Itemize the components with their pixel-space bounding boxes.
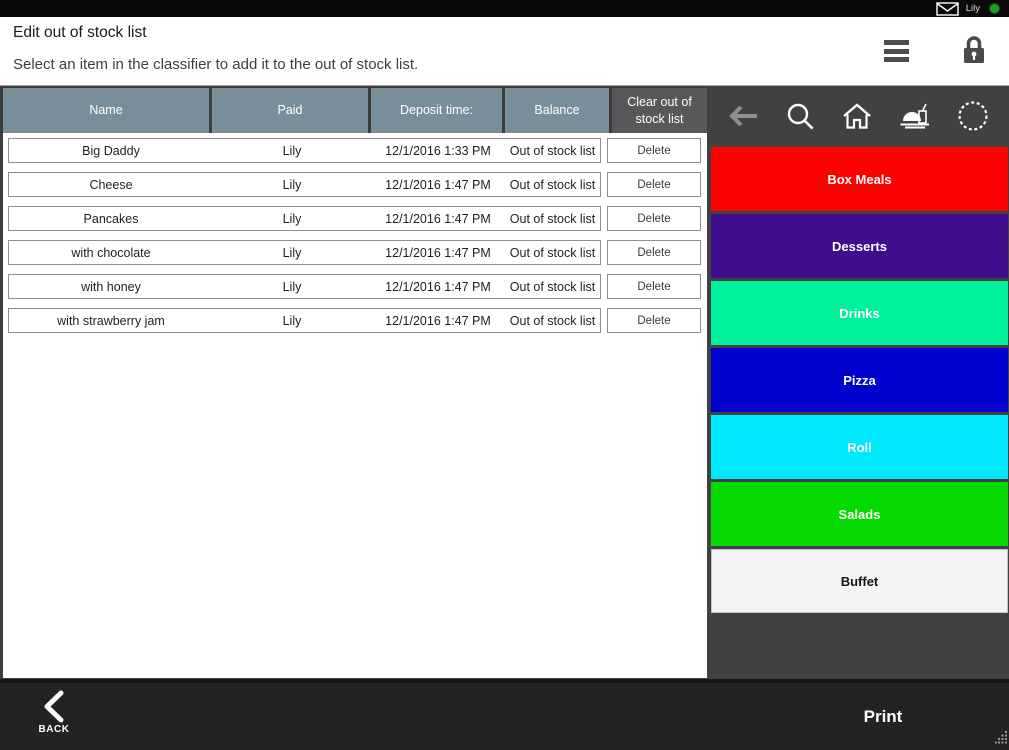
category-button[interactable]: Pizza <box>711 348 1008 412</box>
category-button[interactable]: Box Meals <box>711 147 1008 211</box>
category-button[interactable]: Drinks <box>711 281 1008 345</box>
row-paid: Lily <box>213 280 371 294</box>
row-name: with honey <box>9 280 213 294</box>
row-balance: Out of stock list <box>505 178 600 192</box>
row-deposit-time: 12/1/2016 1:47 PM <box>371 178 505 192</box>
column-header-balance: Balance <box>505 88 612 133</box>
row-paid: Lily <box>213 314 371 328</box>
row-deposit-time: 12/1/2016 1:47 PM <box>371 212 505 226</box>
row-box: Pancakes Lily 12/1/2016 1:47 PM Out of s… <box>8 206 601 231</box>
row-name: Big Daddy <box>9 144 213 158</box>
back-button[interactable]: BACK <box>24 690 84 735</box>
logged-in-user: Lily <box>966 3 980 14</box>
delete-button[interactable]: Delete <box>607 308 701 333</box>
row-paid: Lily <box>213 212 371 226</box>
hamburger-bar <box>884 57 909 62</box>
row-paid: Lily <box>213 246 371 260</box>
category-list: Box MealsDessertsDrinksPizzaRollSaladsBu… <box>707 145 1009 613</box>
page-title: Edit out of stock list <box>13 24 147 42</box>
table-body: Big Daddy Lily 12/1/2016 1:33 PM Out of … <box>3 133 707 333</box>
row-name: Cheese <box>9 178 213 192</box>
category-button[interactable]: Salads <box>711 482 1008 546</box>
table-row: Cheese Lily 12/1/2016 1:47 PM Out of sto… <box>8 172 707 197</box>
back-button-label: BACK <box>39 724 70 735</box>
delete-button[interactable]: Delete <box>607 172 701 197</box>
system-tray-bar: Lily <box>0 0 1009 17</box>
online-status-dot <box>989 3 1000 14</box>
out-of-stock-table: Name Paid Deposit time: Balance Clear ou… <box>3 88 707 678</box>
delete-button[interactable]: Delete <box>607 138 701 163</box>
row-name: Pancakes <box>9 212 213 226</box>
lock-icon <box>961 35 987 65</box>
resize-grip-icon[interactable] <box>995 731 1008 749</box>
hamburger-menu-button[interactable] <box>884 40 909 62</box>
classifier-panel: Box MealsDessertsDrinksPizzaRollSaladsBu… <box>707 86 1009 682</box>
page-subtitle: Select an item in the classifier to add … <box>13 56 418 73</box>
table-header: Name Paid Deposit time: Balance Clear ou… <box>3 88 707 133</box>
meal-icon[interactable] <box>899 102 931 130</box>
row-box: with strawberry jam Lily 12/1/2016 1:47 … <box>8 308 601 333</box>
row-box: with honey Lily 12/1/2016 1:47 PM Out of… <box>8 274 601 299</box>
table-row: Big Daddy Lily 12/1/2016 1:33 PM Out of … <box>8 138 707 163</box>
row-balance: Out of stock list <box>505 212 600 226</box>
back-arrow-icon[interactable] <box>726 103 760 129</box>
row-paid: Lily <box>213 178 371 192</box>
row-deposit-time: 12/1/2016 1:47 PM <box>371 280 505 294</box>
row-name: with strawberry jam <box>9 314 213 328</box>
row-box: with chocolate Lily 12/1/2016 1:47 PM Ou… <box>8 240 601 265</box>
search-icon[interactable] <box>785 101 815 131</box>
hamburger-bar <box>884 49 909 54</box>
page-header: Edit out of stock list Select an item in… <box>0 17 1009 86</box>
category-button[interactable]: Buffet <box>711 549 1008 613</box>
classifier-nav-bar <box>707 86 1009 145</box>
column-header-paid: Paid <box>212 88 371 133</box>
row-balance: Out of stock list <box>505 246 600 260</box>
home-icon[interactable] <box>841 102 873 130</box>
row-box: Cheese Lily 12/1/2016 1:47 PM Out of sto… <box>8 172 601 197</box>
clear-out-of-stock-list-button[interactable]: Clear out of stock list <box>612 88 707 133</box>
row-box: Big Daddy Lily 12/1/2016 1:33 PM Out of … <box>8 138 601 163</box>
row-deposit-time: 12/1/2016 1:47 PM <box>371 246 505 260</box>
dashed-circle-icon[interactable] <box>956 99 990 133</box>
table-row: with honey Lily 12/1/2016 1:47 PM Out of… <box>8 274 707 299</box>
table-row: with strawberry jam Lily 12/1/2016 1:47 … <box>8 308 707 333</box>
row-name: with chocolate <box>9 246 213 260</box>
row-paid: Lily <box>213 144 371 158</box>
print-button[interactable]: Print <box>810 683 956 750</box>
delete-button[interactable]: Delete <box>607 274 701 299</box>
category-button[interactable]: Desserts <box>711 214 1008 278</box>
row-balance: Out of stock list <box>505 280 600 294</box>
bottom-bar: BACK Print <box>0 679 1009 750</box>
delete-button[interactable]: Delete <box>607 206 701 231</box>
category-button[interactable]: Roll <box>711 415 1008 479</box>
row-deposit-time: 12/1/2016 1:47 PM <box>371 314 505 328</box>
column-header-name: Name <box>3 88 212 133</box>
table-row: with chocolate Lily 12/1/2016 1:47 PM Ou… <box>8 240 707 265</box>
row-balance: Out of stock list <box>505 144 600 158</box>
hamburger-bar <box>884 40 909 45</box>
row-deposit-time: 12/1/2016 1:33 PM <box>371 144 505 158</box>
column-header-deposit-time: Deposit time: <box>371 88 505 133</box>
table-row: Pancakes Lily 12/1/2016 1:47 PM Out of s… <box>8 206 707 231</box>
delete-button[interactable]: Delete <box>607 240 701 265</box>
chevron-left-icon <box>42 690 66 723</box>
lock-button[interactable] <box>961 35 987 65</box>
envelope-icon[interactable] <box>936 2 959 16</box>
row-balance: Out of stock list <box>505 314 600 328</box>
